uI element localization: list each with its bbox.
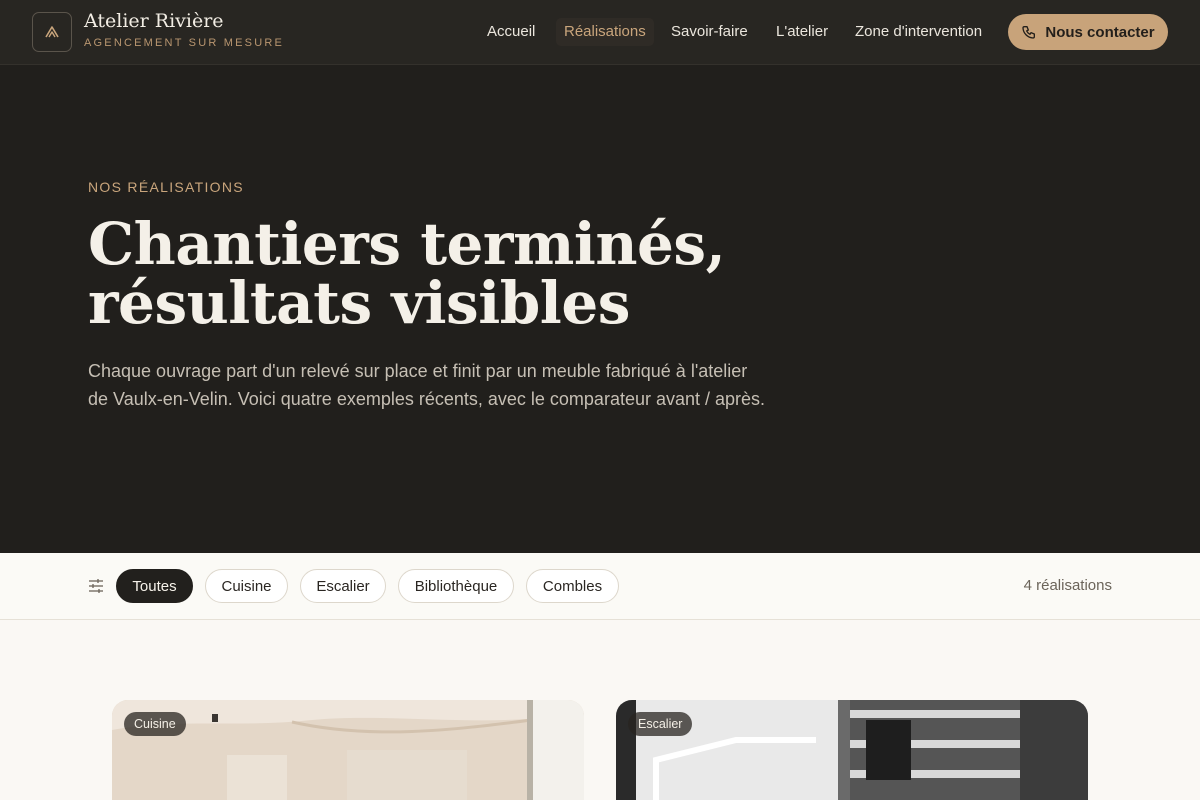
project-card[interactable]: Escalier: [616, 700, 1088, 800]
phone-icon: [1022, 26, 1036, 39]
sliders-icon[interactable]: [88, 578, 104, 594]
project-card[interactable]: Cuisine: [112, 700, 584, 800]
hero-title-line-1: Chantiers terminés,: [88, 210, 726, 278]
filter-bar: Toutes Cuisine Escalier Bibliothèque Com…: [0, 553, 1200, 620]
filter-chip-escalier[interactable]: Escalier: [300, 569, 386, 603]
hero-description: Chaque ouvrage part d'un relevé sur plac…: [88, 361, 766, 409]
filter-chip-bibliotheque[interactable]: Bibliothèque: [398, 569, 514, 603]
contact-button-label: Nous contacter: [1045, 23, 1155, 41]
filter-chip-combles[interactable]: Combles: [526, 569, 619, 603]
hero-title: Chantiers terminés, résultats visibles: [88, 215, 788, 333]
logo[interactable]: [32, 12, 72, 52]
results-count: 4 réalisations: [1023, 577, 1112, 594]
nav-latelier[interactable]: L'atelier: [776, 18, 828, 46]
nav-savoir-faire[interactable]: Savoir-faire: [671, 18, 748, 46]
hero-section: NOS RÉALISATIONS Chantiers terminés, rés…: [0, 65, 1200, 553]
category-badge: Escalier: [628, 712, 693, 736]
filter-chip-toutes[interactable]: Toutes: [116, 569, 193, 603]
site-header: Atelier Rivière AGENCEMENT SUR MESURE Ac…: [0, 0, 1200, 65]
hero-eyebrow: NOS RÉALISATIONS: [88, 179, 244, 195]
contact-button[interactable]: Nous contacter: [1008, 14, 1168, 50]
filter-chip-cuisine[interactable]: Cuisine: [205, 569, 288, 603]
brand-tagline: AGENCEMENT SUR MESURE: [84, 37, 285, 49]
nav-accueil[interactable]: Accueil: [487, 18, 535, 46]
brand-name[interactable]: Atelier Rivière: [84, 10, 224, 32]
nav-realisations[interactable]: Réalisations: [556, 18, 654, 46]
category-badge: Cuisine: [124, 712, 186, 736]
monogram-a-icon: [45, 26, 59, 38]
hero-title-line-2: résultats visibles: [88, 269, 630, 337]
nav-zone-intervention[interactable]: Zone d'intervention: [855, 18, 982, 46]
